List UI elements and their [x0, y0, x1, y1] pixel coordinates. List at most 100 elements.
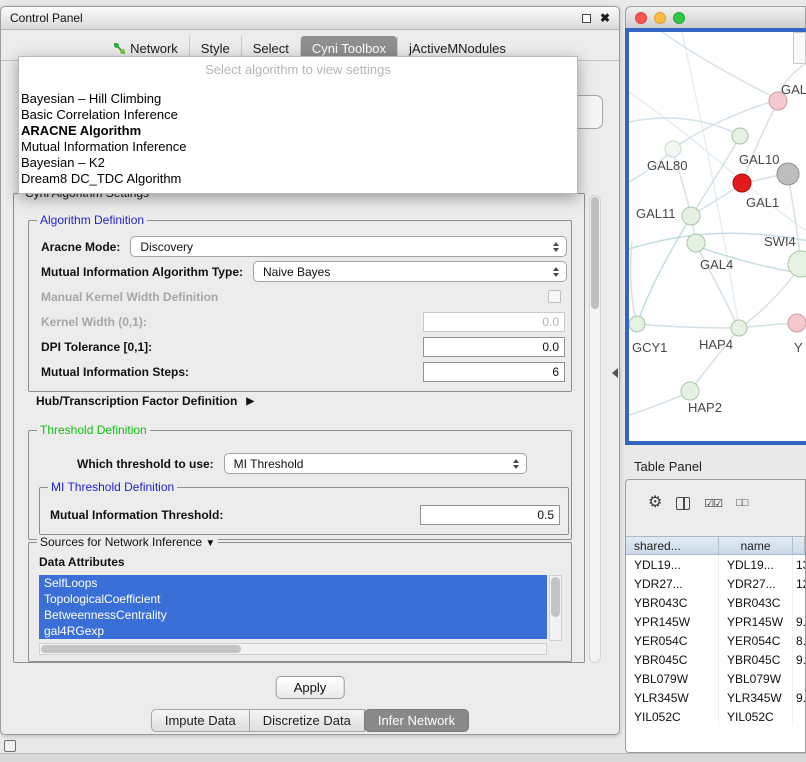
- network-edge[interactable]: [662, 32, 777, 99]
- table-row[interactable]: YDR27...YDR27...12: [626, 574, 805, 593]
- table-body: YDL19...YDL19...13YDR27...YDR27...12YBR0…: [626, 555, 805, 726]
- network-node-gal10[interactable]: [733, 174, 751, 192]
- dropdown-item-bayesian-k2[interactable]: Bayesian – K2: [19, 155, 577, 171]
- network-edge[interactable]: [631, 242, 637, 324]
- network-node[interactable]: [732, 128, 748, 144]
- tab-label: Cyni Toolbox: [312, 41, 386, 56]
- apply-button[interactable]: Apply: [276, 676, 345, 699]
- table-cell: YER054C: [719, 631, 793, 650]
- tab-label: Select: [253, 41, 289, 56]
- mi-steps-label: Mutual Information Steps:: [41, 365, 189, 379]
- attribute-item-gal4rgexp[interactable]: gal4RGexp: [39, 623, 547, 639]
- settings-vertical-scrollbar[interactable]: [589, 195, 601, 663]
- network-edge[interactable]: [743, 101, 778, 182]
- bottom-tab-impute-data[interactable]: Impute Data: [151, 709, 250, 732]
- table-cell: 12: [793, 574, 805, 593]
- dropdown-item-basic-correlation-inference[interactable]: Basic Correlation Inference: [19, 107, 577, 123]
- table-cell: [793, 593, 805, 612]
- attribute-item-betweennesscentrality[interactable]: BetweennessCentrality: [39, 607, 547, 623]
- dropdown-item-dream8-dc-tdc-algorithm[interactable]: Dream8 DC_TDC Algorithm: [19, 171, 577, 187]
- kernel-width-input[interactable]: 0.0: [423, 312, 565, 332]
- network-edge[interactable]: [682, 32, 739, 328]
- deselect-all-checkboxes-icon[interactable]: □□: [736, 497, 747, 509]
- bottom-scrollbar[interactable]: [0, 753, 806, 762]
- columns-icon[interactable]: [676, 497, 690, 510]
- close-window-icon[interactable]: [635, 12, 647, 24]
- zoom-window-icon[interactable]: [673, 12, 685, 24]
- gear-icon[interactable]: ⚙: [648, 495, 662, 511]
- table-row[interactable]: YBR045CYBR045C9.: [626, 650, 805, 669]
- aracne-mode-select[interactable]: Discovery: [130, 236, 567, 257]
- table-row[interactable]: YIL052CYIL052C: [626, 707, 805, 726]
- network-node-gal1[interactable]: [777, 163, 799, 185]
- close-panel-icon[interactable]: ✖: [600, 11, 610, 25]
- bottom-tab-discretize-data[interactable]: Discretize Data: [249, 709, 365, 732]
- table-row[interactable]: YPR145WYPR145W9.: [626, 612, 805, 631]
- which-threshold-select[interactable]: MI Threshold: [224, 453, 527, 474]
- table-cell: 8.: [793, 631, 805, 650]
- table-row[interactable]: YBR043CYBR043C: [626, 593, 805, 612]
- table-column-header-col-2[interactable]: [793, 537, 805, 554]
- table-row[interactable]: YER054CYER054C8.: [626, 631, 805, 650]
- mi-steps-input[interactable]: 6: [423, 362, 565, 382]
- table-row[interactable]: YLR345WYLR345W9.: [626, 688, 805, 707]
- table-column-header-name[interactable]: name: [719, 537, 793, 554]
- dpi-tolerance-input[interactable]: 0.0: [423, 337, 565, 357]
- table-column-header-shared[interactable]: shared...: [626, 537, 719, 554]
- network-node-gal11[interactable]: [682, 207, 700, 225]
- network-node-gcy1[interactable]: [629, 316, 645, 332]
- network-graph[interactable]: GALGAL80GAL10GAL1GAL11SWI4GAL4GCY1HAP4YH…: [629, 32, 806, 441]
- table-cell: YPR145W: [719, 612, 793, 631]
- table-cell: [793, 707, 805, 726]
- panel-divider-handle[interactable]: [612, 368, 618, 378]
- dropdown-item-mutual-information-inference[interactable]: Mutual Information Inference: [19, 139, 577, 155]
- network-edge[interactable]: [692, 137, 740, 215]
- dropdown-item-bayesian-hill-climbing[interactable]: Bayesian – Hill Climbing: [19, 91, 577, 107]
- float-panel-icon[interactable]: [582, 14, 591, 23]
- table-cell: YER054C: [626, 631, 719, 650]
- network-node-hap4[interactable]: [731, 320, 747, 336]
- mi-algorithm-type-select[interactable]: Naive Bayes: [253, 261, 567, 282]
- table-cell: YBR045C: [626, 650, 719, 669]
- bottom-tab-infer-network[interactable]: Infer Network: [364, 709, 469, 732]
- network-edge[interactable]: [638, 216, 691, 323]
- expanded-arrow-icon[interactable]: ▼: [205, 538, 215, 549]
- control-panel-titlebar[interactable]: Control Panel ✖: [1, 7, 619, 30]
- table-row[interactable]: YBL079WYBL079W: [626, 669, 805, 688]
- dropdown-item-aracne-algorithm[interactable]: ARACNE Algorithm: [19, 123, 577, 139]
- attributes-list-vertical-scrollbar[interactable]: [549, 575, 562, 641]
- network-node-hap2[interactable]: [681, 382, 699, 400]
- network-node-swi4[interactable]: [788, 251, 806, 277]
- network-window-titlebar[interactable]: [625, 6, 806, 28]
- network-canvas[interactable]: GALGAL80GAL10GAL1GAL11SWI4GAL4GCY1HAP4YH…: [625, 28, 806, 445]
- kernel-width-label: Kernel Width (0,1):: [41, 315, 147, 329]
- mi-threshold-input[interactable]: 0.5: [420, 505, 560, 525]
- network-edge[interactable]: [638, 324, 738, 328]
- select-all-checkboxes-icon[interactable]: ☑☑: [704, 497, 722, 510]
- minimized-panel-icon[interactable]: [4, 740, 16, 752]
- attribute-item-selfloops[interactable]: SelfLoops: [39, 575, 547, 591]
- network-edge[interactable]: [674, 100, 778, 148]
- network-node-y[interactable]: [788, 314, 806, 332]
- attribute-item-topologicalcoefficient[interactable]: TopologicalCoefficient: [39, 591, 547, 607]
- table-panel-toolbar: ⚙ ☑☑ □□: [626, 488, 747, 518]
- network-node-label-gal80: GAL80: [647, 158, 687, 173]
- network-scrollbar-fragment[interactable]: [793, 32, 806, 64]
- network-edge[interactable]: [739, 323, 796, 328]
- table-row[interactable]: YDL19...YDL19...13: [626, 555, 805, 574]
- table-cell: YIL052C: [626, 707, 719, 726]
- network-node-gal4[interactable]: [687, 234, 705, 252]
- minimize-window-icon[interactable]: [654, 12, 666, 24]
- collapsed-arrow-icon[interactable]: ▶: [246, 396, 254, 407]
- manual-kernel-checkbox[interactable]: [548, 290, 561, 303]
- sources-group-title[interactable]: Sources for Network Inference ▼: [37, 535, 218, 549]
- hub-transcription-factor-section[interactable]: Hub/Transcription Factor Definition ▶: [36, 394, 254, 408]
- network-edge[interactable]: [629, 392, 690, 415]
- node-table: shared...name YDL19...YDL19...13YDR27...…: [626, 536, 805, 752]
- tab-label: jActiveMNodules: [409, 41, 506, 56]
- attributes-list-horizontal-scrollbar[interactable]: [39, 643, 547, 655]
- network-node-gal80[interactable]: [665, 141, 681, 157]
- mi-type-row: Mutual Information Algorithm Type: Naive…: [41, 261, 567, 282]
- network-node-label-gal: GAL: [781, 82, 806, 97]
- table-cell: YBL079W: [626, 669, 719, 688]
